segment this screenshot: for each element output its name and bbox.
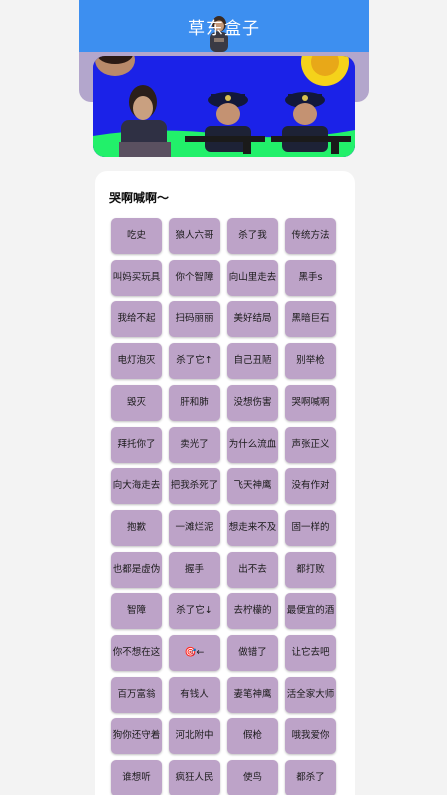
sound-button[interactable]: 🎯← xyxy=(169,635,220,671)
sound-button[interactable]: 智障 xyxy=(111,593,162,629)
sound-button[interactable]: 哦我爱你 xyxy=(285,718,336,754)
sound-button[interactable]: 毁灭 xyxy=(111,385,162,421)
sound-button[interactable]: 最便宜的酒 xyxy=(285,593,336,629)
sound-board-card: 哭啊喊啊～ 吃史 狼人六哥 杀了我 传统方法叫妈买玩具 你个智障 向山里走去 黑手s 我给不起… xyxy=(95,171,355,795)
app-frame: 草东盒子 哭啊喊啊～ 吃史 狼人六哥 杀了我 传统方法 叫妈买玩具 你个智障 向… xyxy=(79,0,369,795)
sound-button[interactable]: 都打败 xyxy=(285,552,336,588)
sound-button[interactable]: 吃史 xyxy=(111,218,162,254)
sound-button[interactable]: 去柠檬的 xyxy=(227,593,278,629)
sound-button[interactable]: 叫妈买玩具 xyxy=(111,260,162,296)
sound-button[interactable]: 你个智障 xyxy=(169,260,220,296)
sound-button[interactable]: 都杀了 xyxy=(285,760,336,795)
sound-button[interactable]: 抱歉 xyxy=(111,510,162,546)
sound-button[interactable]: 扫码丽丽 xyxy=(169,301,220,337)
sound-button[interactable]: 也都是虚伪 xyxy=(111,552,162,588)
sound-button[interactable]: 做错了 xyxy=(227,635,278,671)
sound-button[interactable]: 黑手s xyxy=(285,260,336,296)
banner-illustration xyxy=(93,56,355,157)
sound-button[interactable]: 杀了它↑ xyxy=(169,343,220,379)
sound-button[interactable]: 假枪 xyxy=(227,718,278,754)
sound-button[interactable]: 电灯泡灭 xyxy=(111,343,162,379)
sound-button[interactable]: 疯狂人民 xyxy=(169,760,220,795)
sound-button[interactable]: 肝和肺 xyxy=(169,385,220,421)
sound-button[interactable]: 有钱人 xyxy=(169,677,220,713)
sound-button[interactable]: 妻笔神鹰 xyxy=(227,677,278,713)
section-title: 哭啊喊啊～ xyxy=(109,191,170,205)
sound-button[interactable]: 百万富翁 xyxy=(111,677,162,713)
sound-button[interactable]: 出不去 xyxy=(227,552,278,588)
sound-button[interactable]: 谁想听 xyxy=(111,760,162,795)
sound-button[interactable]: 美好结局 xyxy=(227,301,278,337)
sound-button[interactable]: 别举枪 xyxy=(285,343,336,379)
sound-button[interactable]: 为什么流血 xyxy=(227,427,278,463)
sound-button[interactable]: 向大海走去 xyxy=(111,468,162,504)
sound-button[interactable]: 狼人六哥 xyxy=(169,218,220,254)
sound-button[interactable]: 活全家大师 xyxy=(285,677,336,713)
sound-button[interactable]: 向山里走去 xyxy=(227,260,278,296)
sound-button[interactable]: 声张正义 xyxy=(285,427,336,463)
sound-button[interactable]: 固一样的 xyxy=(285,510,336,546)
sound-button[interactable]: 河北附中 xyxy=(169,718,220,754)
sound-button[interactable]: 没想伤害 xyxy=(227,385,278,421)
sound-button[interactable]: 没有作对 xyxy=(285,468,336,504)
sound-button[interactable]: 你不想在这 xyxy=(111,635,162,671)
sound-button[interactable]: 我给不起 xyxy=(111,301,162,337)
sound-button[interactable]: 传统方法 xyxy=(285,218,336,254)
sound-button[interactable]: 让它去吧 xyxy=(285,635,336,671)
sound-button[interactable]: 使鸟 xyxy=(227,760,278,795)
sound-button[interactable]: 哭啊喊啊 xyxy=(285,385,336,421)
sound-button[interactable]: 自己丑陋 xyxy=(227,343,278,379)
sound-button[interactable]: 把我杀死了 xyxy=(169,468,220,504)
sound-button[interactable]: 黑暗巨石 xyxy=(285,301,336,337)
sound-button[interactable]: 杀了它↓ xyxy=(169,593,220,629)
banner-image xyxy=(93,56,355,157)
page-title: 草东盒子 xyxy=(188,19,260,39)
sound-button[interactable]: 一滩烂泥 xyxy=(169,510,220,546)
sound-button[interactable]: 握手 xyxy=(169,552,220,588)
sound-button[interactable]: 杀了我 xyxy=(227,218,278,254)
sound-button[interactable]: 卖光了 xyxy=(169,427,220,463)
sound-button[interactable]: 想走来不及 xyxy=(227,510,278,546)
sound-button[interactable]: 拜托你了 xyxy=(111,427,162,463)
sound-button[interactable]: 狗你还守着 xyxy=(111,718,162,754)
sound-button[interactable]: 飞天神鹰 xyxy=(227,468,278,504)
